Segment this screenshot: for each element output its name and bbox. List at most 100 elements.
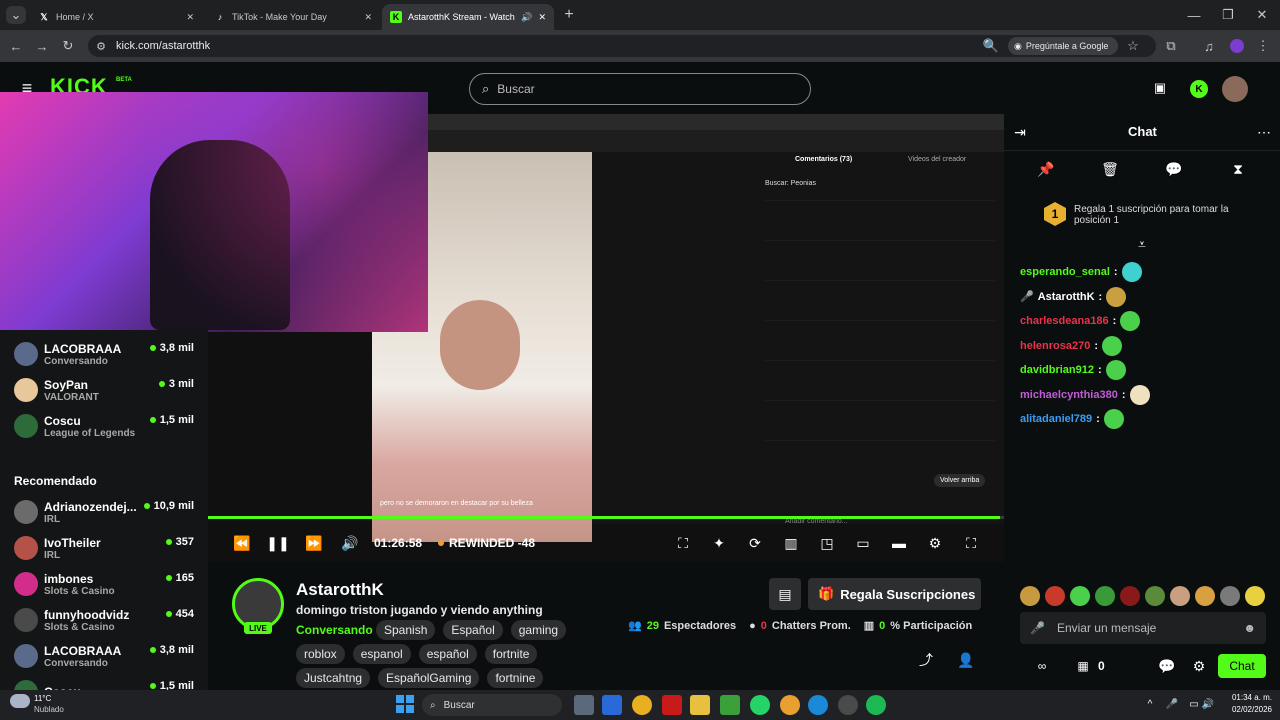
tag-chip[interactable]: fortnine bbox=[487, 668, 544, 688]
weather-icon[interactable] bbox=[10, 694, 30, 708]
emote-icon[interactable] bbox=[1195, 586, 1215, 606]
minimize-icon[interactable]: — bbox=[1186, 6, 1202, 24]
zoom-icon[interactable]: 🔍 bbox=[983, 38, 999, 54]
spotify-icon[interactable] bbox=[866, 695, 886, 715]
chat-username[interactable]: charlesdeana186 bbox=[1020, 315, 1109, 327]
chat-message[interactable]: charlesdeana186: bbox=[1020, 311, 1141, 331]
chat-input[interactable]: 🎤 Enviar un mensaje ☻ bbox=[1020, 612, 1266, 644]
chat-username[interactable]: alitadaniel789 bbox=[1020, 413, 1092, 425]
gift-prompt[interactable]: Regala 1 suscripción para tomar la posic… bbox=[1074, 204, 1264, 226]
fast-forward-icon[interactable]: ⏩ bbox=[304, 534, 324, 552]
new-tab-icon[interactable]: + bbox=[560, 6, 578, 24]
sidebar-item[interactable]: Adrianozendej... IRL 10,9 mil bbox=[0, 494, 208, 530]
tray-volume-icon[interactable]: 🔊 bbox=[1202, 697, 1214, 711]
chat-message[interactable]: michaelcynthia380: bbox=[1020, 384, 1150, 405]
theater-icon[interactable]: ▬ bbox=[890, 534, 908, 552]
emote-icon[interactable] bbox=[1070, 586, 1090, 606]
tray-network-icon[interactable]: ▭ bbox=[1188, 697, 1200, 711]
expand-pinned-icon[interactable]: ⩡ bbox=[1134, 236, 1150, 252]
tab-kick[interactable]: K AstarotthK Stream - Watch Li 🔊 ✕ bbox=[382, 4, 554, 30]
reload-icon[interactable]: ↻ bbox=[60, 38, 76, 54]
emote-icon[interactable] bbox=[1095, 586, 1115, 606]
taskbar-search[interactable]: ⌕ Buscar bbox=[422, 694, 562, 716]
tag-chip[interactable]: Spanish bbox=[376, 620, 436, 640]
sidebar-item[interactable]: Coscu League of Legends 1,5 mil bbox=[0, 408, 208, 444]
follow-icon[interactable]: 👤 bbox=[957, 652, 974, 668]
sidebar-item[interactable]: IvoTheiler IRL 357 bbox=[0, 530, 208, 566]
task-view-icon[interactable] bbox=[574, 695, 594, 715]
pip-icon[interactable]: ◳ bbox=[818, 534, 836, 552]
tag-chip[interactable]: Justcahtng bbox=[296, 668, 371, 688]
window-close-icon[interactable]: ✕ bbox=[1254, 6, 1270, 24]
volume-icon[interactable]: 🔊 bbox=[340, 534, 360, 552]
emote-icon[interactable] bbox=[1220, 586, 1240, 606]
ask-google-button[interactable]: ◉ Pregúntale a Google bbox=[1008, 37, 1118, 55]
channel-name[interactable]: AstarotthK bbox=[296, 580, 384, 600]
tag-chip[interactable]: gaming bbox=[510, 620, 567, 640]
emote-icon[interactable] bbox=[1170, 586, 1190, 606]
tag-chip[interactable]: Español bbox=[443, 620, 503, 640]
close-icon[interactable]: ✕ bbox=[186, 12, 194, 23]
tab-search-icon[interactable]: ⌄ bbox=[6, 6, 26, 24]
chat-message[interactable]: davidbrian912: bbox=[1020, 360, 1126, 380]
tag-chip[interactable]: EspañolGaming bbox=[378, 668, 480, 688]
user-avatar[interactable] bbox=[1222, 76, 1248, 102]
chat-rules-icon[interactable]: 💬 bbox=[1158, 658, 1175, 674]
infinity-points-icon[interactable]: ∞ bbox=[1026, 658, 1058, 674]
tab-tiktok[interactable]: ♪ TikTok - Make Your Day ✕ bbox=[206, 4, 380, 30]
app-icon[interactable] bbox=[838, 695, 858, 715]
close-icon[interactable]: ✕ bbox=[364, 12, 372, 23]
tag-chip[interactable]: español bbox=[418, 644, 477, 664]
replay-icon[interactable]: ⟳ bbox=[746, 534, 764, 552]
tag-chip[interactable]: roblox bbox=[296, 644, 345, 664]
emote-icon[interactable] bbox=[1045, 586, 1065, 606]
sidebar-item[interactable]: SoyPan VALORANT 3 mil bbox=[0, 372, 208, 408]
menu-dots-icon[interactable]: ⋮ bbox=[1256, 38, 1270, 54]
stats-icon[interactable]: ▥ bbox=[782, 534, 800, 552]
chrome-icon[interactable] bbox=[780, 695, 800, 715]
tag-chip[interactable]: espanol bbox=[352, 644, 411, 664]
kick-coin-icon[interactable]: K bbox=[1190, 80, 1208, 98]
rewind-icon[interactable]: ⏪ bbox=[232, 534, 252, 552]
tray-mic-icon[interactable]: 🎤 bbox=[1166, 697, 1178, 711]
bookmark-star-icon[interactable]: ☆ bbox=[1126, 38, 1140, 54]
report-icon[interactable]: ▤ bbox=[769, 578, 801, 610]
fullscreen-icon[interactable]: ⛶ bbox=[962, 534, 980, 552]
sparkle-icon[interactable]: ✦ bbox=[710, 534, 728, 552]
chat-menu-icon[interactable]: ⋯ bbox=[1256, 124, 1272, 140]
chat-username[interactable]: AstarotthK bbox=[1038, 291, 1095, 303]
pin-icon[interactable]: 📌 bbox=[1037, 161, 1054, 177]
edge-icon[interactable] bbox=[808, 695, 828, 715]
sidebar-item[interactable]: LACOBRAAA Conversando 3,8 mil bbox=[0, 638, 208, 674]
chat-username[interactable]: davidbrian912 bbox=[1020, 364, 1094, 376]
profile-avatar[interactable] bbox=[1230, 39, 1244, 53]
emote-icon[interactable] bbox=[1020, 586, 1040, 606]
chat-message[interactable]: 🎤 AstarotthK: bbox=[1020, 286, 1127, 307]
chat-message[interactable]: helenrosa270: bbox=[1020, 335, 1122, 356]
emote-icon[interactable] bbox=[1145, 586, 1165, 606]
tray-chevron-icon[interactable]: ^ bbox=[1144, 697, 1156, 711]
whatsapp-icon[interactable] bbox=[750, 695, 770, 715]
cast-icon[interactable]: ▭ bbox=[854, 534, 872, 552]
emote-icon[interactable] bbox=[1120, 586, 1140, 606]
app-icon[interactable] bbox=[662, 695, 682, 715]
clip-icon[interactable]: ⛶ bbox=[674, 534, 692, 552]
forward-icon[interactable]: → bbox=[34, 38, 50, 54]
rewards-icon[interactable]: ▣ bbox=[1150, 80, 1170, 96]
chat-message[interactable]: esperando_senal: bbox=[1020, 262, 1142, 282]
app-icon[interactable] bbox=[720, 695, 740, 715]
chat-message[interactable]: alitadaniel789: bbox=[1020, 409, 1124, 429]
hourglass-icon[interactable]: ⧗ bbox=[1230, 161, 1246, 177]
gift-subs-button[interactable]: 🎁 Regala Suscripciones bbox=[808, 578, 981, 610]
app-icon[interactable] bbox=[632, 695, 652, 715]
windows-start-icon[interactable] bbox=[396, 695, 414, 713]
store-app-icon[interactable] bbox=[602, 695, 622, 715]
chat-settings-icon[interactable]: ⚙ bbox=[1192, 658, 1206, 674]
file-explorer-icon[interactable] bbox=[690, 695, 710, 715]
rewind-status[interactable]: REWINDED -48 bbox=[449, 536, 535, 550]
chat-username[interactable]: esperando_senal bbox=[1020, 266, 1110, 278]
collapse-chat-icon[interactable]: ⇥ bbox=[1012, 124, 1028, 140]
send-chat-button[interactable]: Chat bbox=[1218, 654, 1266, 678]
settings-gear-icon[interactable]: ⚙ bbox=[926, 534, 944, 552]
search-input[interactable]: ⌕ Buscar bbox=[469, 73, 811, 105]
